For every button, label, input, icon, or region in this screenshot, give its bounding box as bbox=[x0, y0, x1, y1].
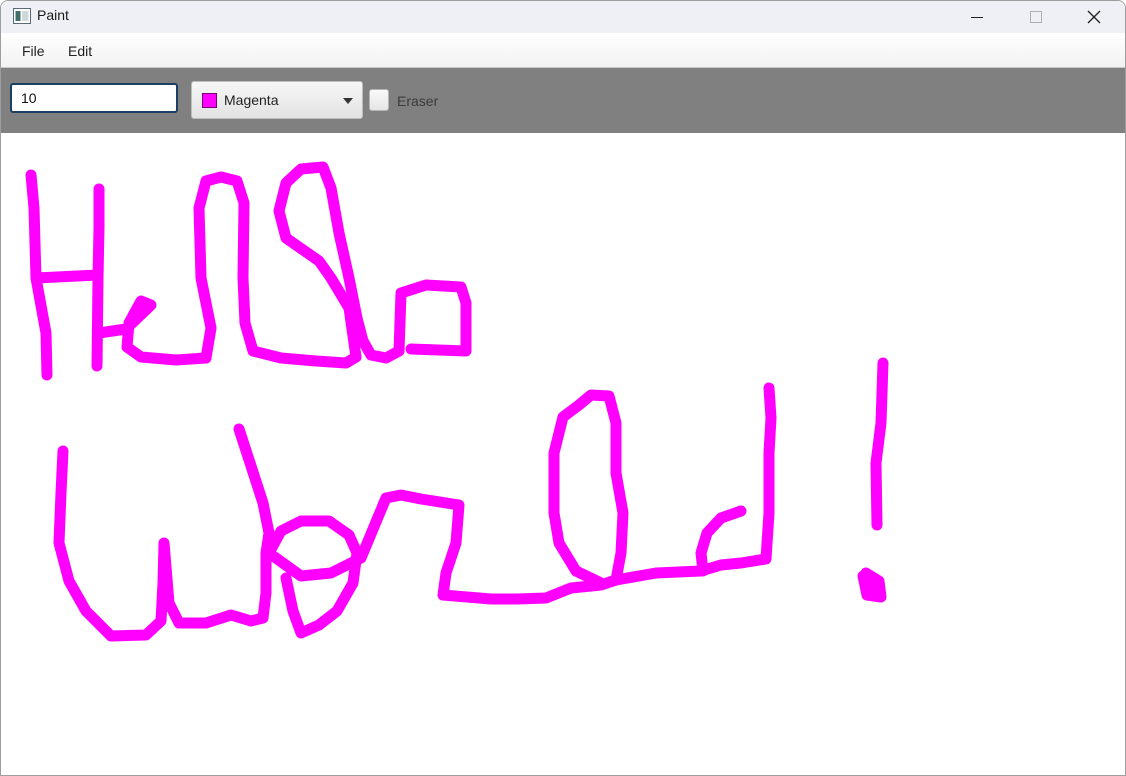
menu-edit[interactable]: Edit bbox=[68, 43, 92, 59]
menu-file[interactable]: File bbox=[22, 43, 45, 59]
menu-bar: File Edit bbox=[1, 33, 1125, 68]
eraser-label[interactable]: Eraser bbox=[397, 93, 438, 109]
stroke-d bbox=[610, 382, 777, 586]
stroke-e bbox=[93, 295, 212, 366]
title-bar[interactable]: Paint bbox=[1, 1, 1125, 33]
stroke-h-bar bbox=[30, 269, 104, 284]
stroke-r bbox=[263, 489, 523, 605]
stroke-exclaim-dot bbox=[857, 567, 887, 603]
stroke-l3 bbox=[511, 389, 629, 605]
canvas-drawing bbox=[25, 161, 889, 642]
maximize-button[interactable] bbox=[1007, 1, 1065, 33]
stroke-exclaim-bar bbox=[870, 357, 889, 531]
brush-size-input[interactable] bbox=[10, 83, 178, 113]
eraser-checkbox[interactable] bbox=[369, 89, 389, 111]
close-icon bbox=[1087, 10, 1101, 24]
stroke-l2 bbox=[273, 161, 405, 364]
selected-color-label: Magenta bbox=[224, 92, 279, 108]
window-title: Paint bbox=[37, 7, 69, 23]
toolbar: Magenta Eraser bbox=[1, 68, 1125, 133]
drawing-canvas[interactable] bbox=[1, 133, 1125, 775]
color-picker-dropdown[interactable]: Magenta bbox=[191, 81, 363, 119]
chevron-down-icon bbox=[343, 98, 353, 104]
paint-window: Paint File Edit Magenta bbox=[0, 0, 1126, 776]
color-swatch bbox=[202, 93, 217, 108]
app-window-icon bbox=[13, 8, 31, 24]
stroke-w bbox=[53, 423, 275, 642]
stroke-o bbox=[393, 279, 472, 357]
close-button[interactable] bbox=[1065, 1, 1123, 33]
minimize-icon bbox=[971, 17, 983, 18]
maximize-icon bbox=[1030, 11, 1042, 23]
minimize-button[interactable] bbox=[948, 1, 1006, 33]
